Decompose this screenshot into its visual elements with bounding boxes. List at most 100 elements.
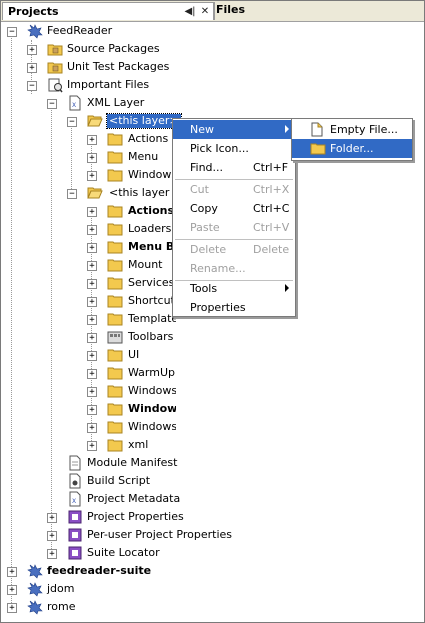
- expand-icon[interactable]: +: [27, 45, 37, 55]
- menu-item-new[interactable]: New: [173, 120, 295, 139]
- tree-node-this-layer[interactable]: − <this layer>: [1, 112, 201, 130]
- tree-node-this-layer-windows[interactable]: + Windows: [1, 166, 176, 184]
- collapse-icon[interactable]: −: [67, 189, 77, 199]
- expand-icon[interactable]: +: [7, 585, 17, 595]
- folder-open-icon: [87, 187, 103, 199]
- submenu-arrow-icon: [285, 125, 289, 133]
- menu-item-find[interactable]: Find... Ctrl+F: [173, 158, 295, 177]
- suite-project-icon: [27, 564, 43, 579]
- tree-label: Menu: [128, 150, 159, 163]
- tree-node-jdom[interactable]: + jdom: [1, 580, 201, 598]
- tree-node-suite-locator[interactable]: + Suite Locator: [1, 544, 201, 562]
- tree-label: Windows2: [128, 402, 176, 415]
- tree-node-context-child[interactable]: + Actions: [1, 202, 176, 220]
- menu-item-pick-icon[interactable]: Pick Icon...: [173, 139, 295, 158]
- menu-item-folder[interactable]: Folder...: [292, 139, 412, 158]
- expand-icon[interactable]: +: [87, 441, 97, 451]
- tree-node-xml-layer[interactable]: − X XML Layer: [1, 94, 201, 112]
- tree-node-this-layer-menu[interactable]: + Menu: [1, 148, 201, 166]
- tree-node-context-child[interactable]: + Mount: [1, 256, 176, 274]
- expand-icon[interactable]: +: [27, 63, 37, 73]
- menu-item-copy[interactable]: Copy Ctrl+C: [173, 199, 295, 218]
- tab-files[interactable]: Files: [216, 3, 245, 16]
- collapse-icon[interactable]: −: [67, 117, 77, 127]
- tab-projects[interactable]: Projects ◀| ✕: [2, 2, 214, 20]
- tree-node-context-child[interactable]: + Toolbars: [1, 328, 176, 346]
- menu-shortcut: Ctrl+F: [253, 161, 289, 174]
- tab-divider: [214, 2, 215, 20]
- tree-node-context-child[interactable]: + xml: [1, 436, 176, 454]
- expand-icon[interactable]: +: [87, 333, 97, 343]
- expand-icon[interactable]: +: [87, 261, 97, 271]
- expand-icon[interactable]: +: [7, 603, 17, 613]
- expand-icon[interactable]: +: [87, 423, 97, 433]
- tree-node-context-child[interactable]: + Services: [1, 274, 176, 292]
- menu-item-rename[interactable]: Rename...: [173, 259, 295, 278]
- tree-node-context-child[interactable]: + Shortcuts: [1, 292, 176, 310]
- tree-node-feedreader-suite[interactable]: + feedreader-suite: [1, 562, 201, 580]
- expand-icon[interactable]: +: [87, 153, 97, 163]
- collapse-icon[interactable]: −: [47, 99, 57, 109]
- tree-node-context-child[interactable]: + WarmUp: [1, 364, 176, 382]
- tree-node-context-child[interactable]: + Windows2: [1, 400, 176, 418]
- menu-label: Delete: [190, 243, 227, 256]
- tree-node-important-files[interactable]: − Important Files: [1, 76, 201, 94]
- menu-item-properties[interactable]: Properties: [173, 298, 295, 317]
- ant-script-icon: [69, 473, 81, 489]
- expand-icon[interactable]: +: [87, 297, 97, 307]
- menu-item-paste[interactable]: Paste Ctrl+V: [173, 218, 295, 237]
- tree-label: Project Metadata: [87, 492, 181, 505]
- minimize-window-icon[interactable]: ◀|: [184, 5, 196, 18]
- tree-node-module-manifest[interactable]: Module Manifest: [1, 454, 201, 472]
- tree-node-context-child[interactable]: + UI: [1, 346, 176, 364]
- close-tab-icon[interactable]: ✕: [199, 5, 211, 18]
- expand-icon[interactable]: +: [47, 531, 57, 541]
- tree-node-context-child[interactable]: + Menu Ba: [1, 238, 176, 256]
- tree-label: xml: [128, 438, 149, 451]
- tree-label: Actions: [128, 204, 174, 217]
- expand-icon[interactable]: +: [47, 549, 57, 559]
- expand-icon[interactable]: +: [87, 243, 97, 253]
- expand-icon[interactable]: +: [87, 225, 97, 235]
- tree-node-this-layer-actions[interactable]: + Actions: [1, 130, 201, 148]
- menu-item-tools[interactable]: Tools: [173, 279, 295, 298]
- expand-icon[interactable]: +: [87, 351, 97, 361]
- expand-icon[interactable]: +: [87, 405, 97, 415]
- tree-node-rome[interactable]: + rome: [1, 598, 201, 616]
- tree-node-context-child[interactable]: + Loaders: [1, 220, 176, 238]
- tree-node-feedreader[interactable]: − FeedReader: [1, 22, 201, 40]
- menu-item-empty-file[interactable]: Empty File...: [292, 120, 412, 139]
- tree-label: Menu Ba: [128, 240, 176, 253]
- project-tree[interactable]: − FeedReader + Source Packages + Unit Te…: [1, 22, 424, 622]
- expand-icon[interactable]: +: [87, 135, 97, 145]
- expand-icon[interactable]: +: [87, 279, 97, 289]
- tree-node-this-layer-in-context[interactable]: − <this layer in: [1, 184, 176, 202]
- tree-node-context-child[interactable]: + Templates: [1, 310, 176, 328]
- tree-label: Windows: [128, 384, 176, 397]
- tree-node-context-child[interactable]: + Windows: [1, 382, 176, 400]
- tree-label: Windows: [128, 168, 176, 181]
- expand-icon[interactable]: +: [47, 513, 57, 523]
- expand-icon[interactable]: +: [87, 207, 97, 217]
- package-folder-icon: [47, 44, 63, 56]
- expand-icon[interactable]: +: [87, 171, 97, 181]
- folder-icon: [107, 403, 123, 416]
- tree-label: Unit Test Packages: [67, 60, 170, 73]
- folder-icon: [107, 241, 123, 254]
- tree-node-project-properties[interactable]: + Project Properties: [1, 508, 201, 526]
- menu-item-delete[interactable]: Delete Delete: [173, 240, 295, 259]
- tree-node-source-packages[interactable]: + Source Packages: [1, 40, 201, 58]
- menu-item-cut[interactable]: Cut Ctrl+X: [173, 180, 295, 199]
- tree-node-build-script[interactable]: Build Script: [1, 472, 201, 490]
- tree-node-context-child[interactable]: + Windows2Local: [1, 418, 176, 436]
- collapse-icon[interactable]: −: [27, 81, 37, 91]
- tree-label: feedreader-suite: [47, 564, 152, 577]
- expand-icon[interactable]: +: [87, 369, 97, 379]
- tree-node-unit-test-packages[interactable]: + Unit Test Packages: [1, 58, 201, 76]
- tree-node-per-user-properties[interactable]: + Per-user Project Properties: [1, 526, 232, 544]
- tree-node-project-metadata[interactable]: X Project Metadata: [1, 490, 201, 508]
- expand-icon[interactable]: +: [7, 567, 17, 577]
- expand-icon[interactable]: +: [87, 387, 97, 397]
- collapse-icon[interactable]: −: [7, 27, 17, 37]
- expand-icon[interactable]: +: [87, 315, 97, 325]
